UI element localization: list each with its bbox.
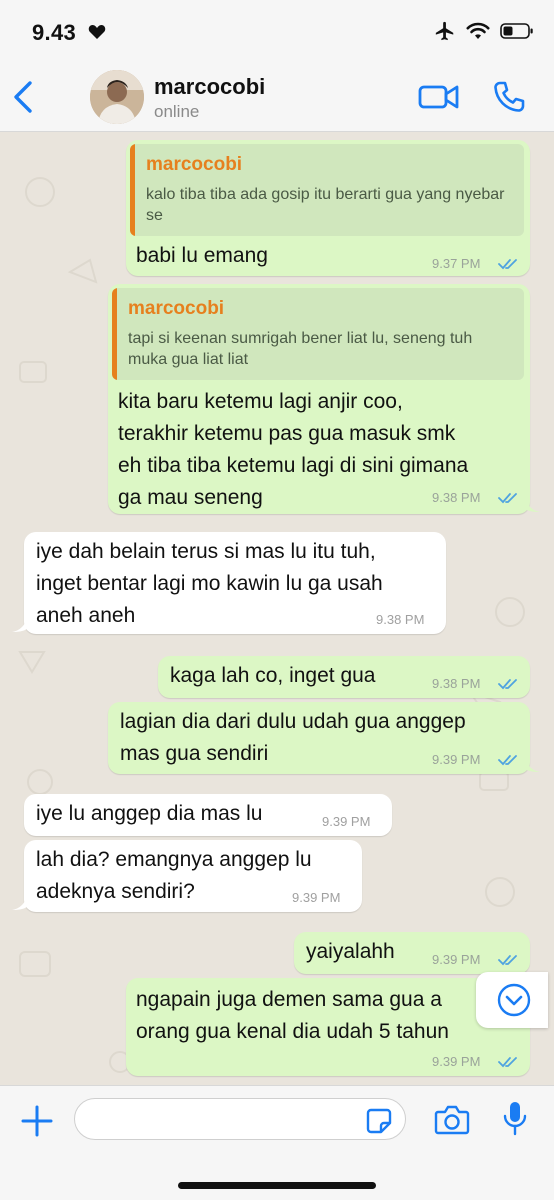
message-text: iye dah belain terus si mas lu itu tuh, …	[36, 540, 383, 627]
quote-text: kalo tiba tiba ada gosip itu berarti gua…	[146, 186, 505, 224]
chat-area[interactable]: marcocobi kalo tiba tiba ada gosip itu b…	[0, 132, 554, 1085]
read-ticks-icon	[498, 493, 517, 504]
message-bubble-incoming[interactable]: iye dah belain terus si mas lu itu tuh, …	[24, 532, 446, 634]
message-time: 9.39 PM	[292, 890, 341, 905]
message-time: 9.39 PM	[432, 952, 481, 967]
contact-name[interactable]: marcocobi	[154, 74, 265, 100]
bubble-tail	[12, 894, 28, 910]
message-time: 9.39 PM	[432, 752, 481, 767]
message-bubble-outgoing[interactable]: marcocobi kalo tiba tiba ada gosip itu b…	[126, 140, 530, 276]
battery-icon	[500, 23, 533, 39]
message-bubble-outgoing[interactable]: ngapain juga demen sama gua a orang gua …	[126, 978, 530, 1076]
sticker-icon[interactable]	[366, 1108, 392, 1134]
message-text: yaiyalahh	[306, 940, 395, 963]
status-icons	[434, 20, 534, 42]
quoted-message[interactable]: marcocobi kalo tiba tiba ada gosip itu b…	[130, 144, 524, 236]
read-ticks-icon	[498, 955, 517, 966]
message-time: 9.39 PM	[322, 814, 371, 829]
microphone-icon[interactable]	[502, 1100, 528, 1138]
chat-header: marcocobi online	[0, 62, 554, 132]
plus-icon[interactable]	[20, 1104, 54, 1138]
message-bubble-outgoing[interactable]: kaga lah co, inget gua 9.38 PM	[158, 656, 530, 698]
message-time: 9.37 PM	[432, 256, 481, 271]
heart-icon	[88, 25, 106, 39]
chevron-down-circle-icon	[497, 983, 531, 1017]
message-text: kaga lah co, inget gua	[170, 664, 376, 687]
bubble-tail	[524, 496, 540, 512]
status-bar: 9.43	[0, 0, 554, 62]
read-ticks-icon	[498, 679, 517, 690]
message-bubble-incoming[interactable]: lah dia? emangnya anggep lu adeknya send…	[24, 840, 362, 912]
message-bubble-outgoing[interactable]: yaiyalahh 9.39 PM	[294, 932, 530, 974]
message-text: babi lu emang	[136, 244, 268, 267]
message-text: lagian dia dari dulu udah gua anggep mas…	[120, 710, 466, 765]
quote-text: tapi si keenan sumrigah bener liat lu, s…	[128, 330, 473, 368]
video-camera-icon[interactable]	[418, 82, 460, 112]
message-text: iye lu anggep dia mas lu	[36, 802, 263, 825]
phone-icon[interactable]	[492, 80, 526, 114]
message-time: 9.39 PM	[432, 1054, 481, 1069]
read-ticks-icon	[498, 755, 517, 766]
quoted-message[interactable]: marcocobi tapi si keenan sumrigah bener …	[112, 288, 524, 380]
message-bubble-outgoing[interactable]: lagian dia dari dulu udah gua anggep mas…	[108, 702, 530, 774]
message-bubble-outgoing[interactable]: marcocobi tapi si keenan sumrigah bener …	[108, 284, 530, 514]
camera-icon[interactable]	[434, 1104, 470, 1136]
read-ticks-icon	[498, 259, 517, 270]
message-time: 9.38 PM	[432, 490, 481, 505]
avatar[interactable]	[90, 70, 144, 124]
read-ticks-icon	[498, 1057, 517, 1068]
message-text: lah dia? emangnya anggep lu adeknya send…	[36, 848, 312, 903]
scroll-to-bottom-button[interactable]	[476, 972, 548, 1028]
quote-bar	[112, 288, 117, 380]
home-indicator[interactable]	[178, 1182, 376, 1189]
message-bubble-incoming[interactable]: iye lu anggep dia mas lu 9.39 PM	[24, 794, 392, 836]
contact-status: online	[154, 102, 200, 121]
quote-author: marcocobi	[128, 298, 225, 319]
message-text: ngapain juga demen sama gua a orang gua …	[136, 988, 449, 1043]
bubble-tail	[12, 616, 28, 632]
message-time: 9.38 PM	[432, 676, 481, 691]
message-input[interactable]	[74, 1098, 406, 1140]
bubble-tail	[524, 756, 540, 772]
message-text: kita baru ketemu lagi anjir coo, terakhi…	[118, 390, 469, 509]
airplane-icon	[435, 21, 454, 41]
quote-bar	[130, 144, 135, 236]
message-input-bar	[0, 1085, 554, 1200]
wifi-icon	[466, 22, 490, 39]
status-time: 9.43	[32, 20, 77, 45]
message-time: 9.38 PM	[376, 612, 425, 627]
chevron-left-icon[interactable]	[10, 80, 38, 114]
avatar-image	[90, 70, 144, 124]
quote-author: marcocobi	[146, 154, 243, 175]
